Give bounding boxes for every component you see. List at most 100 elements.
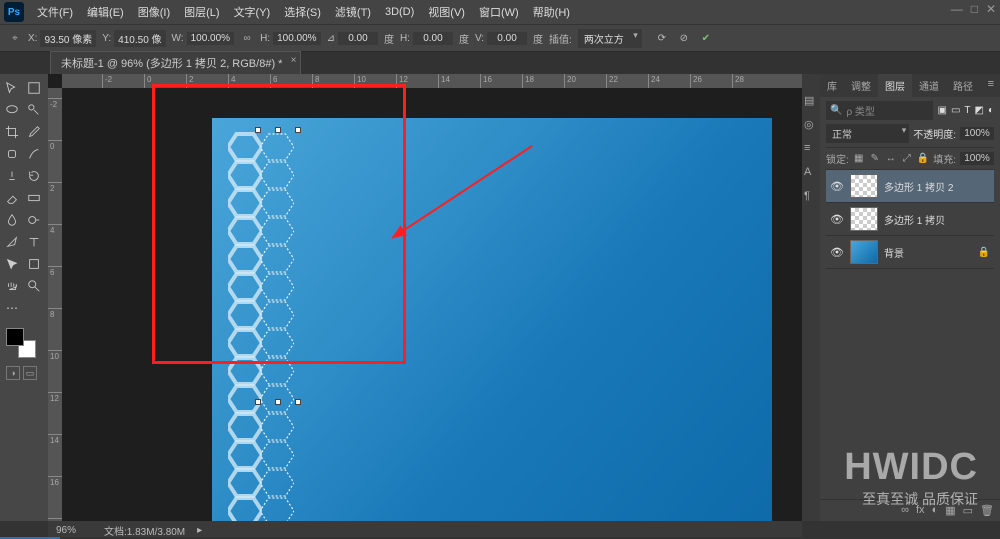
collapsed-panel-icon[interactable]: ▤	[804, 94, 818, 108]
layer-name[interactable]: 多边形 1 拷贝	[884, 212, 945, 227]
screenmode-icon[interactable]: ▭	[23, 366, 37, 380]
lock-artboard-icon[interactable]: ⤢	[901, 153, 913, 165]
menu-select[interactable]: 选择(S)	[277, 0, 328, 24]
layer-row[interactable]: 👁 多边形 1 拷贝 2	[826, 170, 994, 203]
collapsed-panel-icon[interactable]: A	[804, 166, 818, 180]
lock-transparent-icon[interactable]: ▦	[853, 153, 865, 165]
tab-channels[interactable]: 通道	[912, 74, 946, 97]
menu-edit[interactable]: 编辑(E)	[80, 0, 131, 24]
window-minimize-icon[interactable]: —	[951, 2, 963, 16]
layer-visibility-icon[interactable]: 👁	[830, 180, 844, 193]
revert-transform-icon[interactable]: ⟳	[654, 30, 670, 46]
tab-paths[interactable]: 路径	[946, 74, 980, 97]
layer-thumbnail[interactable]	[850, 240, 878, 264]
collapsed-panel-icon[interactable]: ≡	[804, 142, 818, 156]
quickmask-icon[interactable]: ◑	[6, 366, 20, 380]
ruler-vertical[interactable]: -2024681012141618	[48, 88, 62, 521]
collapsed-panel-icon[interactable]: ¶	[804, 190, 818, 204]
transform-handle-br[interactable]	[295, 399, 301, 405]
menu-image[interactable]: 图像(I)	[131, 0, 177, 24]
delete-layer-icon[interactable]: 🗑	[980, 504, 994, 517]
status-zoom[interactable]: 96%	[56, 525, 92, 536]
menu-3d[interactable]: 3D(D)	[378, 2, 421, 22]
layer-visibility-icon[interactable]: 👁	[830, 213, 844, 226]
type-tool[interactable]	[24, 232, 44, 252]
edit-toolbar-icon[interactable]: ⋯	[2, 298, 22, 318]
filter-shape-icon[interactable]: ◩	[975, 105, 984, 116]
collapsed-panel-icon[interactable]: ◎	[804, 118, 818, 132]
hand-tool[interactable]	[2, 276, 22, 296]
layer-name[interactable]: 多边形 1 拷贝 2	[884, 179, 953, 194]
tab-layers[interactable]: 图层	[878, 74, 912, 97]
window-maximize-icon[interactable]: □	[971, 2, 978, 16]
shape-tool[interactable]	[24, 254, 44, 274]
menu-help[interactable]: 帮助(H)	[526, 0, 577, 24]
layer-visibility-icon[interactable]: 👁	[830, 246, 844, 259]
filter-smart-icon[interactable]: ◐	[988, 105, 994, 116]
layer-mask-icon[interactable]: ◐	[932, 504, 939, 517]
document-tab-close-icon[interactable]: ×	[291, 55, 297, 66]
transform-anchor-icon[interactable]: ⌖	[8, 31, 22, 45]
move-tool[interactable]	[2, 78, 22, 98]
menu-filter[interactable]: 滤镜(T)	[328, 0, 378, 24]
layer-thumbnail[interactable]	[850, 174, 878, 198]
brush-tool[interactable]	[24, 144, 44, 164]
menu-layer[interactable]: 图层(L)	[177, 0, 226, 24]
history-brush-tool[interactable]	[24, 166, 44, 186]
opt-skew-v-value[interactable]: 0.00	[487, 32, 527, 45]
path-select-tool[interactable]	[2, 254, 22, 274]
eyedropper-tool[interactable]	[24, 122, 44, 142]
dodge-tool[interactable]	[24, 210, 44, 230]
menu-type[interactable]: 文字(Y)	[227, 0, 278, 24]
filter-pixel-icon[interactable]: ▣	[937, 105, 946, 116]
opt-h-value[interactable]: 100.00%	[273, 32, 320, 45]
opacity-value[interactable]: 100%	[960, 127, 994, 140]
new-group-icon[interactable]: ▦	[945, 504, 955, 517]
cancel-transform-icon[interactable]: ⊘	[676, 30, 692, 46]
layer-kind-filter[interactable]: 🔍 ρ 类型	[826, 101, 933, 120]
layer-row[interactable]: 👁 多边形 1 拷贝	[826, 203, 994, 236]
transform-handle-bl[interactable]	[255, 399, 261, 405]
opt-x-value[interactable]: 93.50 像素	[40, 30, 96, 47]
stamp-tool[interactable]	[2, 166, 22, 186]
color-chips[interactable]	[6, 328, 36, 358]
transform-handles-bottom[interactable]	[258, 402, 298, 403]
filter-text-icon[interactable]: T	[964, 105, 970, 116]
canvas[interactable]	[62, 88, 802, 521]
tab-library[interactable]: 库	[820, 74, 844, 97]
filter-adjust-icon[interactable]: ▭	[951, 105, 960, 116]
quick-select-tool[interactable]	[24, 100, 44, 120]
status-docinfo[interactable]: 文档:1.83M/3.80M	[104, 523, 185, 538]
menu-view[interactable]: 视图(V)	[421, 0, 472, 24]
pen-tool[interactable]	[2, 232, 22, 252]
commit-transform-icon[interactable]: ✔	[698, 30, 714, 46]
lock-position-icon[interactable]: ↔	[885, 153, 897, 165]
foreground-color-chip[interactable]	[6, 328, 24, 346]
layer-row[interactable]: 👁背景🔒	[826, 236, 994, 269]
opt-skew-h-value[interactable]: 0.00	[413, 32, 453, 45]
document-tab[interactable]: 未标题-1 @ 96% (多边形 1 拷贝 2, RGB/8#) * ×	[50, 51, 301, 74]
zoom-tool[interactable]	[24, 276, 44, 296]
tab-adjustments[interactable]: 调整	[844, 74, 878, 97]
opt-y-value[interactable]: 410.50 像	[114, 30, 165, 47]
menu-file[interactable]: 文件(F)	[30, 0, 80, 24]
blend-mode-dropdown[interactable]: 正常	[826, 124, 909, 143]
panel-menu-icon[interactable]: ≡	[982, 74, 1000, 97]
menu-window[interactable]: 窗口(W)	[472, 0, 526, 24]
artboard-tool[interactable]	[24, 78, 44, 98]
heal-tool[interactable]	[2, 144, 22, 164]
fill-value[interactable]: 100%	[960, 152, 994, 165]
link-layers-icon[interactable]: ∞	[901, 504, 909, 517]
link-wh-icon[interactable]: ∞	[240, 31, 254, 45]
transform-handle-bc[interactable]	[275, 399, 281, 405]
window-close-icon[interactable]: ✕	[986, 2, 996, 16]
eraser-tool[interactable]	[2, 188, 22, 208]
layer-name[interactable]: 背景	[884, 245, 904, 260]
layer-fx-icon[interactable]: fx	[916, 504, 925, 517]
new-layer-icon[interactable]: ▭	[963, 504, 973, 517]
lock-all-icon[interactable]: 🔒	[917, 153, 929, 165]
gradient-tool[interactable]	[24, 188, 44, 208]
opt-interp-combo[interactable]: 两次立方	[578, 29, 642, 48]
lock-pixels-icon[interactable]: ✎	[869, 153, 881, 165]
crop-tool[interactable]	[2, 122, 22, 142]
